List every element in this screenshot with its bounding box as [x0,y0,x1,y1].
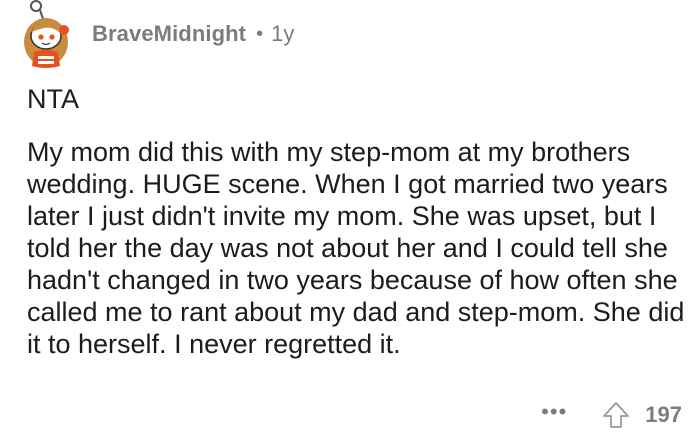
comment-age: 1y [271,21,295,46]
snoo-avatar-icon[interactable] [14,0,78,72]
comment-body-text: My mom did this with my step-mom at my b… [27,137,685,359]
more-options-icon[interactable]: ••• [541,401,567,429]
comment-card: BraveMidnight • 1y NTA My mom did this w… [0,0,700,441]
comment-actions: ••• 197 [541,398,682,432]
meta-separator: • [256,22,264,45]
comment-body: My mom did this with my step-mom at my b… [27,136,687,360]
vote-score: 197 [645,402,682,427]
comment-verdict: NTA [27,84,79,114]
comment-meta: BraveMidnight • 1y [92,21,294,47]
upvote-arrow-icon[interactable] [601,400,631,430]
comment-header: BraveMidnight • 1y [14,0,294,72]
author-username[interactable]: BraveMidnight [92,21,246,47]
